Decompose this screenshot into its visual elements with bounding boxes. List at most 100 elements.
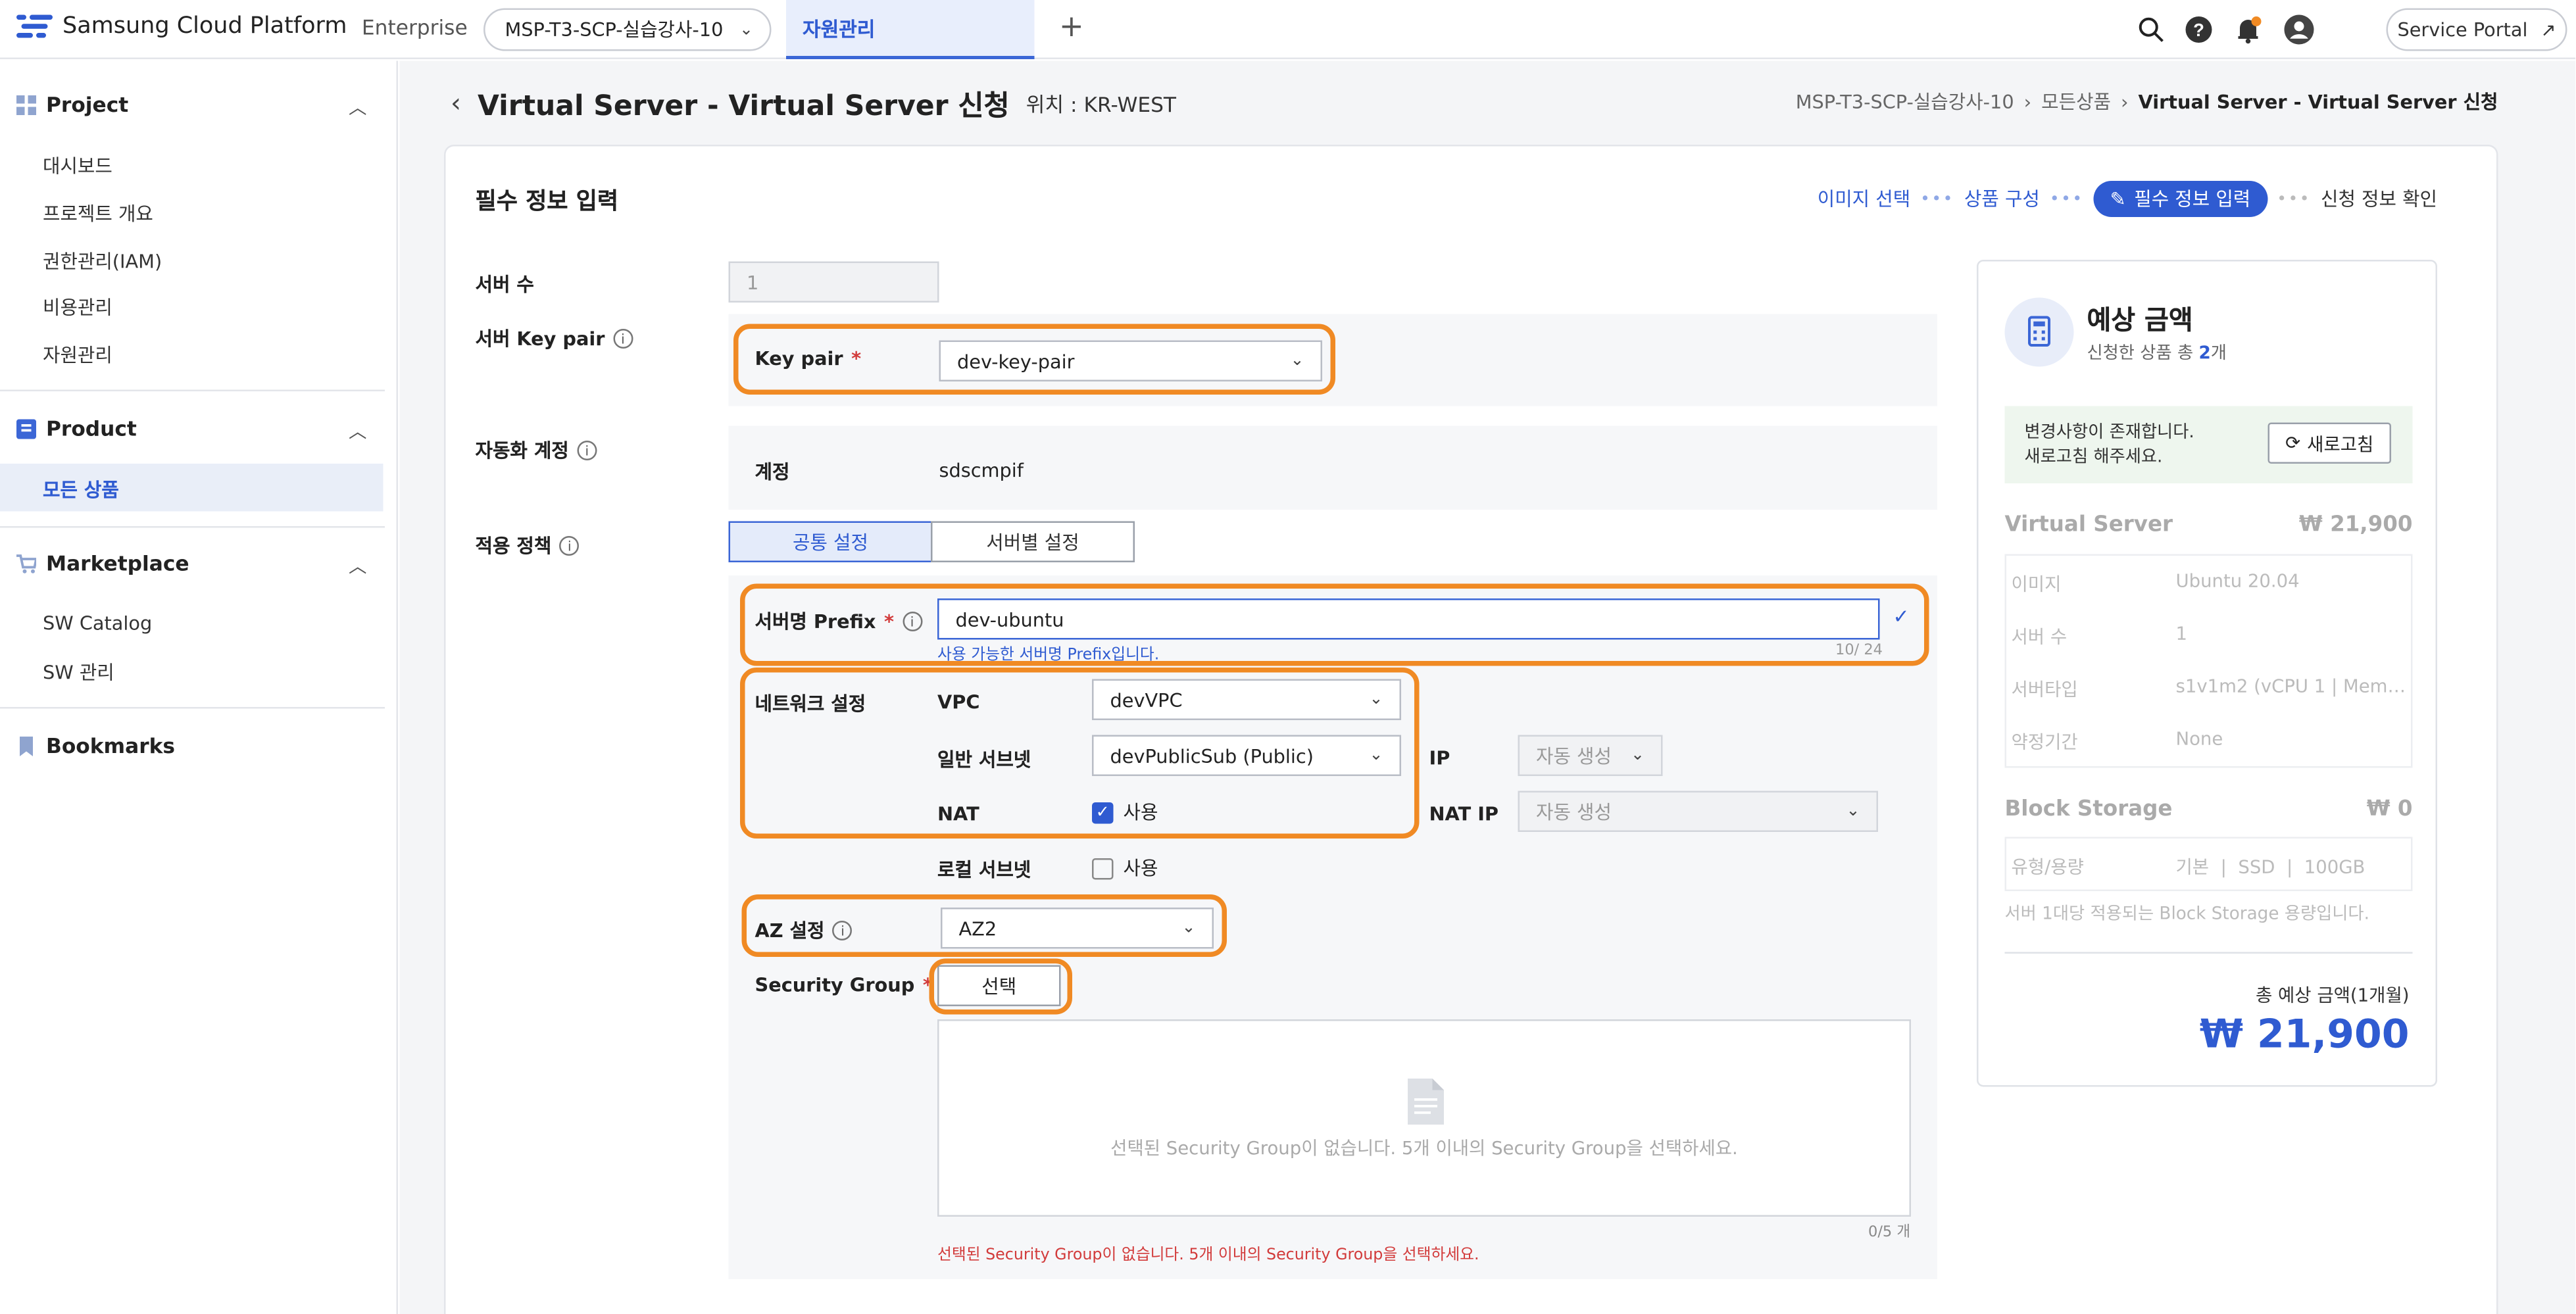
chevron-up-icon[interactable]: ︿ bbox=[349, 418, 367, 444]
sidebar-item-sw-management[interactable]: SW 관리 bbox=[43, 660, 114, 686]
step-product-config[interactable]: 상품 구성 bbox=[1964, 186, 2040, 212]
natip-select: 자동 생성 ⌄ bbox=[1518, 791, 1878, 832]
product-icon bbox=[16, 418, 36, 439]
divider bbox=[0, 707, 385, 709]
change-notice: 변경사항이 존재합니다. 새로고침 해주세요. ⟳ 새로고침 bbox=[2004, 406, 2413, 483]
sidebar-section-marketplace[interactable]: Marketplace bbox=[16, 550, 189, 576]
required-mark: * bbox=[883, 610, 895, 633]
tab-resource-management[interactable]: 자원관리 bbox=[786, 0, 1035, 59]
sidebar-item-dashboard[interactable]: 대시보드 bbox=[43, 153, 112, 180]
keypair-value: dev-key-pair bbox=[957, 349, 1075, 373]
sidebar-item-billing[interactable]: 비용관리 bbox=[43, 295, 112, 321]
help-icon[interactable]: ? bbox=[2184, 15, 2214, 45]
nat-label: NAT bbox=[937, 802, 979, 825]
vs-row-key: 서버타입 bbox=[2011, 679, 2078, 701]
project-select[interactable]: MSP-T3-SCP-실습강사-10 ⌄ bbox=[483, 8, 772, 51]
sidebar-item-iam[interactable]: 권한관리(IAM) bbox=[43, 249, 162, 275]
chevron-down-icon: ⌄ bbox=[1369, 746, 1383, 765]
breadcrumb: MSP-T3-SCP-실습강사-10 › 모든상품 › Virtual Server… bbox=[1796, 89, 2498, 115]
page-header: ‹ Virtual Server - Virtual Server 신청 위치 … bbox=[451, 82, 1176, 124]
prefix-input[interactable]: dev-ubuntu bbox=[937, 598, 1880, 640]
vs-row-value: 1 bbox=[2175, 623, 2188, 645]
vs-row-value: None bbox=[2175, 728, 2223, 750]
keypair-select[interactable]: dev-key-pair ⌄ bbox=[939, 340, 1322, 381]
info-icon[interactable]: i bbox=[902, 612, 922, 631]
sidebar-item-sw-catalog[interactable]: SW Catalog bbox=[43, 612, 152, 635]
breadcrumb-item[interactable]: 모든상품 bbox=[2041, 89, 2111, 115]
local-subnet-check-label: 사용 bbox=[1123, 856, 1158, 880]
info-icon[interactable]: i bbox=[833, 921, 853, 940]
az-select[interactable]: AZ2 ⌄ bbox=[941, 908, 1214, 949]
vs-title: Virtual Server bbox=[2004, 513, 2173, 538]
automation-panel bbox=[728, 426, 1937, 510]
step-current-label: 필수 정보 입력 bbox=[2134, 187, 2251, 210]
notification-bell-icon[interactable] bbox=[2233, 15, 2263, 45]
search-icon[interactable] bbox=[2138, 16, 2164, 43]
chevron-up-icon[interactable]: ︿ bbox=[349, 94, 367, 120]
bs-row: 유형/용량 기본 | SSD | 100GB bbox=[2008, 854, 2413, 880]
sidebar-section-bookmarks[interactable]: Bookmarks bbox=[16, 733, 175, 758]
breadcrumb-current: Virtual Server - Virtual Server 신청 bbox=[2138, 90, 2498, 114]
tab-common-settings[interactable]: 공통 설정 bbox=[728, 521, 933, 562]
sidebar-section-product[interactable]: Product bbox=[16, 416, 137, 441]
location-label: 위치 : KR-WEST bbox=[1026, 92, 1177, 117]
sg-list-box: 선택된 Security Group이 없습니다. 5개 이내의 Securit… bbox=[937, 1019, 1911, 1217]
checkbox-checked-icon[interactable]: ✓ bbox=[1092, 801, 1114, 823]
svg-text:?: ? bbox=[2193, 20, 2204, 40]
keypair-label: Key pair * bbox=[755, 347, 862, 370]
server-count-input: 1 bbox=[728, 261, 939, 303]
service-portal-button[interactable]: Service Portal ↗ bbox=[2386, 8, 2567, 51]
nat-checkbox[interactable]: ✓ 사용 bbox=[1092, 799, 1158, 825]
chevron-up-icon[interactable]: ︿ bbox=[349, 552, 367, 579]
sg-error-message: 선택된 Security Group이 없습니다. 5개 이내의 Securit… bbox=[937, 1246, 1479, 1265]
subnet-select[interactable]: devPublicSub (Public) ⌄ bbox=[1092, 735, 1401, 776]
sg-count: 0/5 개 bbox=[1868, 1225, 1911, 1242]
nat-check-label: 사용 bbox=[1123, 800, 1158, 824]
bs-title: Block Storage bbox=[2004, 797, 2173, 823]
local-subnet-checkbox[interactable]: 사용 bbox=[1092, 855, 1158, 881]
vpc-select[interactable]: devVPC ⌄ bbox=[1092, 679, 1401, 720]
sidebar-item-project-overview[interactable]: 프로젝트 개요 bbox=[43, 201, 153, 227]
account-value: sdscmpif bbox=[939, 458, 1024, 482]
vs-row-key: 이미지 bbox=[2011, 573, 2062, 596]
vs-row: 이미지 Ubuntu 20.04 bbox=[2008, 571, 2413, 597]
samsung-cloud-logo-icon bbox=[16, 14, 53, 38]
tab-per-server-settings[interactable]: 서버별 설정 bbox=[931, 521, 1135, 562]
required-mark: * bbox=[922, 973, 933, 996]
change-notice-text: 변경사항이 존재합니다. 새로고침 해주세요. bbox=[2025, 421, 2194, 470]
check-icon: ✓ bbox=[1893, 605, 1910, 628]
divider bbox=[0, 389, 385, 391]
step-image-select[interactable]: 이미지 선택 bbox=[1818, 186, 1910, 212]
external-link-icon: ↗ bbox=[2540, 18, 2556, 41]
refresh-button[interactable]: ⟳ 새로고침 bbox=[2267, 422, 2391, 464]
sidebar-item-resources[interactable]: 자원관리 bbox=[43, 342, 112, 368]
sg-select-button[interactable]: 선택 bbox=[937, 965, 1061, 1006]
required-mark: * bbox=[851, 347, 862, 370]
service-portal-label: Service Portal bbox=[2397, 18, 2528, 41]
price-subtitle-prefix: 신청한 상품 총 bbox=[2087, 343, 2199, 364]
logo[interactable]: Samsung Cloud Platform Enterprise bbox=[16, 13, 468, 39]
checkbox-unchecked-icon[interactable] bbox=[1092, 857, 1114, 879]
bs-row-values: 기본 | SSD | 100GB bbox=[2175, 856, 2365, 879]
vs-price-header: Virtual Server ₩ 21,900 bbox=[2005, 513, 2413, 538]
chevron-down-icon: ⌄ bbox=[1181, 919, 1196, 938]
vs-row-key: 약정기간 bbox=[2011, 731, 2078, 754]
natip-value: 자동 생성 bbox=[1536, 800, 1612, 823]
info-icon[interactable]: i bbox=[577, 441, 597, 460]
local-subnet-label: 로컬 서브넷 bbox=[937, 858, 1031, 881]
refresh-icon: ⟳ bbox=[2285, 432, 2301, 454]
sidebar-item-all-products[interactable]: 모든 상품 bbox=[43, 477, 119, 503]
info-icon[interactable]: i bbox=[559, 536, 580, 556]
automation-text: 자동화 계정 bbox=[475, 439, 569, 462]
info-icon[interactable]: i bbox=[612, 329, 633, 349]
subnet-value: devPublicSub (Public) bbox=[1110, 744, 1314, 767]
sidebar-marketplace-label: Marketplace bbox=[46, 550, 189, 576]
sidebar-section-project[interactable]: Project bbox=[16, 92, 128, 117]
section-title: 필수 정보 입력 bbox=[475, 189, 619, 216]
ip-label: IP bbox=[1429, 746, 1450, 769]
add-tab-icon[interactable]: + bbox=[1059, 10, 1084, 45]
automation-label: 자동화 계정 i bbox=[476, 437, 597, 464]
back-arrow-icon[interactable]: ‹ bbox=[451, 87, 461, 119]
user-avatar-icon[interactable] bbox=[2283, 13, 2316, 46]
breadcrumb-item[interactable]: MSP-T3-SCP-실습강사-10 bbox=[1796, 89, 2014, 115]
